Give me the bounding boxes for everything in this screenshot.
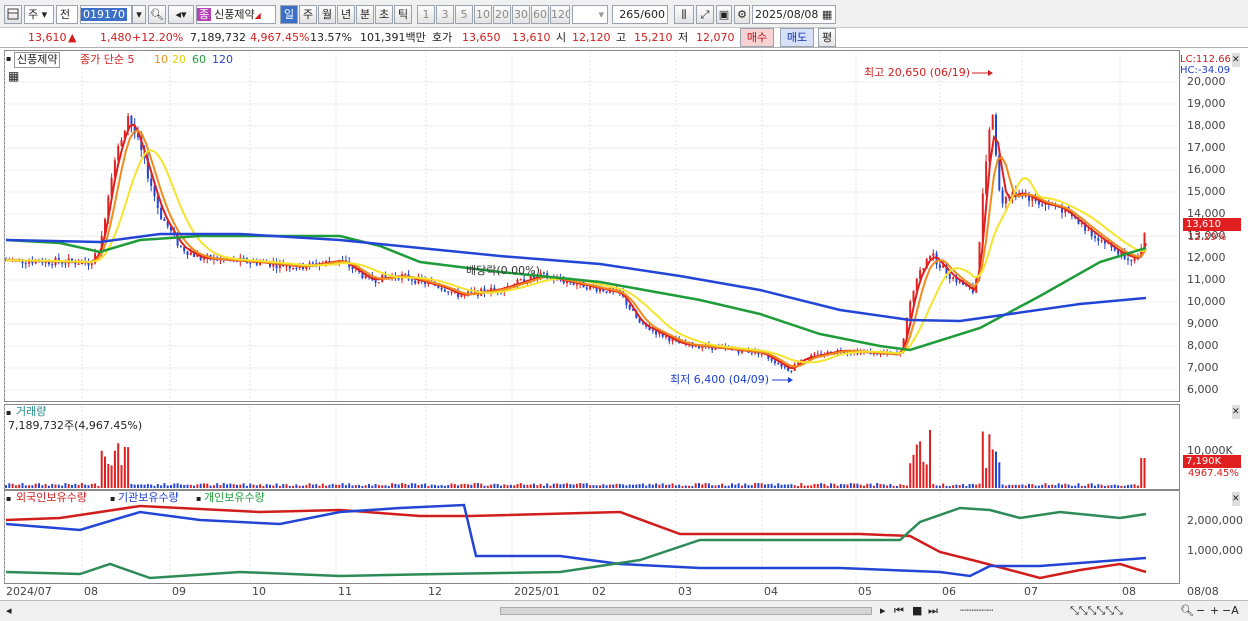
table-icon[interactable]: ▦ <box>8 69 19 83</box>
legend-marker-icon: ▪ <box>6 494 12 503</box>
volume-title[interactable]: 거래량 <box>16 405 46 419</box>
legend-marker-icon: ▪ <box>6 408 12 417</box>
stop-icon[interactable]: ■ <box>912 604 922 618</box>
volume-value: 7,189,732주(4,967.45%) <box>8 419 143 432</box>
x-axis-label: 03 <box>678 585 692 598</box>
scroll-thumb[interactable] <box>500 607 872 615</box>
x-axis-label: 11 <box>338 585 352 598</box>
legend-marker-icon: ▪ <box>196 494 202 503</box>
institution-holding-legend[interactable]: 기관보유수량 <box>118 491 179 505</box>
x-axis-label: 05 <box>858 585 872 598</box>
scroll-right-icon[interactable]: ▸ <box>880 604 886 618</box>
price-y-tick: 15,000 <box>1187 185 1226 198</box>
price-y-tick: 20,000 <box>1187 75 1226 88</box>
close-icon[interactable]: ✕ <box>1232 492 1240 506</box>
chart-scrollbar[interactable]: ◂ ▸ ⏮ ■ ⏭ ┈┈┈┈┈ ⤡⤡⤡⤡⤡⤡ 🔍︎ − + −A <box>0 600 1248 621</box>
x-axis-label: 2025/01 <box>514 585 560 598</box>
holding-y-tick: 1,000,000 <box>1187 544 1243 557</box>
x-axis-label: 08 <box>1122 585 1136 598</box>
close-icon[interactable]: ✕ <box>1232 405 1240 419</box>
price-y-tick: 19,000 <box>1187 97 1226 110</box>
x-axis-label: 08/08 <box>1187 585 1219 598</box>
price-y-tick: 18,000 <box>1187 119 1226 132</box>
low-annotation: 최저 6,400 (04/09) <box>670 373 770 386</box>
price-y-tick: 12,000 <box>1187 251 1226 264</box>
volume-current-pct: 4967.45% <box>1188 468 1239 479</box>
close-icon[interactable]: ✕ <box>1232 53 1240 67</box>
legend-marker-icon: ▪ <box>110 494 116 503</box>
ma5-legend[interactable]: 종가 단순 5 <box>80 53 134 67</box>
x-axis-label: 09 <box>172 585 186 598</box>
scroll-left-icon[interactable]: ◂ <box>6 604 12 618</box>
ma20-legend[interactable]: 20 <box>172 53 186 67</box>
ma60-legend[interactable]: 60 <box>192 53 206 67</box>
x-axis-label: 07 <box>1024 585 1038 598</box>
ma10-legend[interactable]: 10 <box>154 53 168 67</box>
price-y-tick: 7,000 <box>1187 361 1219 374</box>
current-pct-tag: 12.29% <box>1188 232 1227 243</box>
x-axis-label: 04 <box>764 585 778 598</box>
font-size-icon[interactable]: −A <box>1222 604 1239 618</box>
ma120-legend[interactable]: 120 <box>212 53 233 67</box>
zoom-in-icon[interactable]: + <box>1210 604 1219 618</box>
zoom-icon[interactable]: 🔍︎ <box>1180 604 1194 618</box>
current-price-tag: 13,610 <box>1183 218 1241 231</box>
zoom-out-icon[interactable]: − <box>1196 604 1205 618</box>
price-y-tick: 8,000 <box>1187 339 1219 352</box>
price-y-tick: 16,000 <box>1187 163 1226 176</box>
chart-canvas <box>3 52 1178 582</box>
price-y-tick: 10,000 <box>1187 295 1226 308</box>
fast-forward-icon[interactable]: ⏭ <box>928 604 938 618</box>
x-axis-label: 06 <box>942 585 956 598</box>
high-annotation: 최고 20,650 (06/19) <box>864 66 971 79</box>
legend-marker-icon: ▪ <box>6 54 12 63</box>
drawing-tools-icon[interactable]: ⤡⤡⤡⤡⤡⤡ <box>1070 604 1123 618</box>
rewind-icon[interactable]: ⏮ <box>894 604 904 618</box>
price-y-tick: 9,000 <box>1187 317 1219 330</box>
x-axis-label: 10 <box>252 585 266 598</box>
x-axis-label: 2024/07 <box>6 585 52 598</box>
price-y-tick: 17,000 <box>1187 141 1226 154</box>
price-y-tick: 6,000 <box>1187 383 1219 396</box>
x-axis-label: 08 <box>84 585 98 598</box>
individual-holding-legend[interactable]: 개인보유수량 <box>204 491 265 505</box>
holding-y-tick: 2,000,000 <box>1187 514 1243 527</box>
price-y-tick: 11,000 <box>1187 273 1226 286</box>
speed-slider[interactable]: ┈┈┈┈┈ <box>960 604 993 618</box>
foreign-holding-legend[interactable]: 외국인보유수량 <box>16 491 87 505</box>
stock-legend-label[interactable]: 신풍제약 <box>14 52 61 68</box>
x-axis-label: 02 <box>592 585 606 598</box>
dividend-annotation: 배당락(0.00%) <box>466 264 540 277</box>
x-axis-label: 12 <box>428 585 442 598</box>
